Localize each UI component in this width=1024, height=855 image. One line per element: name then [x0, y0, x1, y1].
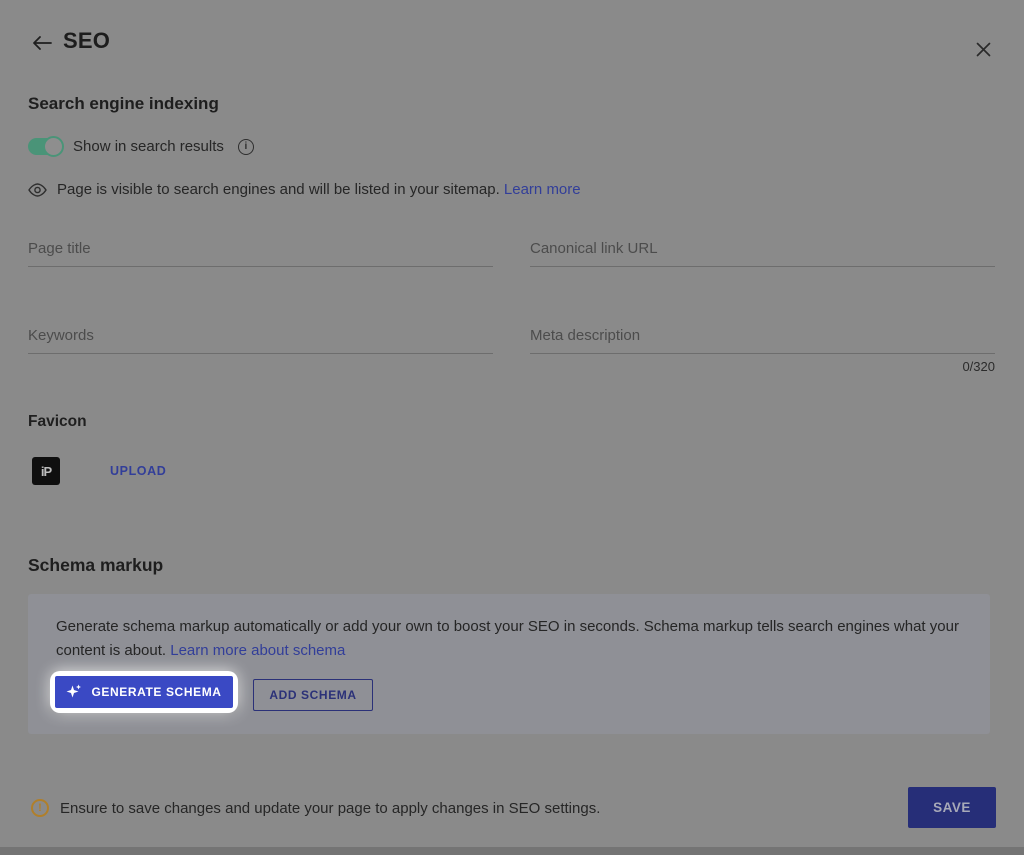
canonical-url-input[interactable] — [530, 240, 995, 267]
page-title-field — [28, 240, 493, 267]
schema-learn-more-link[interactable]: Learn more about schema — [170, 642, 345, 659]
back-arrow-icon — [31, 35, 52, 51]
generate-schema-button[interactable]: GENERATE SCHEMA — [55, 676, 233, 708]
keywords-field — [28, 327, 493, 354]
add-schema-button[interactable]: ADD SCHEMA — [253, 679, 373, 711]
meta-description-counter: 0/320 — [530, 359, 995, 374]
toggle-knob — [43, 136, 64, 157]
show-in-search-row: Show in search results i — [28, 138, 254, 155]
toggle-label: Show in search results — [73, 138, 224, 155]
save-button[interactable]: SAVE — [908, 787, 996, 828]
page-title-input[interactable] — [28, 240, 493, 267]
show-in-search-toggle[interactable] — [28, 138, 61, 155]
seo-settings-dialog: SEO Search engine indexing Show in searc… — [0, 0, 1024, 847]
footer-notice: Ensure to save changes and update your p… — [60, 800, 600, 817]
back-button[interactable] — [28, 30, 54, 56]
favicon-upload-button[interactable]: UPLOAD — [110, 464, 166, 478]
close-button[interactable] — [969, 35, 997, 63]
learn-more-link[interactable]: Learn more — [504, 181, 581, 198]
canonical-url-field — [530, 240, 995, 267]
visibility-note-row: Page is visible to search engines and wi… — [28, 181, 581, 198]
indexing-heading: Search engine indexing — [28, 94, 219, 114]
dialog-bottom-edge — [0, 847, 1024, 855]
favicon-preview: iP — [32, 457, 60, 485]
sparkle-icon — [66, 684, 82, 700]
info-icon[interactable]: i — [238, 139, 254, 155]
eye-icon — [28, 183, 47, 197]
meta-description-input[interactable] — [530, 327, 995, 354]
schema-heading: Schema markup — [28, 555, 163, 576]
meta-description-field — [530, 327, 995, 354]
generate-schema-label: GENERATE SCHEMA — [91, 685, 221, 699]
schema-panel: Generate schema markup automatically or … — [28, 594, 990, 734]
visibility-note: Page is visible to search engines and wi… — [57, 181, 581, 198]
close-icon — [976, 42, 991, 57]
spotlight-ring: GENERATE SCHEMA — [50, 671, 238, 713]
keywords-input[interactable] — [28, 327, 493, 354]
warning-icon: ! — [31, 799, 49, 817]
favicon-heading: Favicon — [28, 413, 87, 431]
schema-description: Generate schema markup automatically or … — [56, 615, 964, 663]
page-title: SEO — [63, 28, 110, 54]
